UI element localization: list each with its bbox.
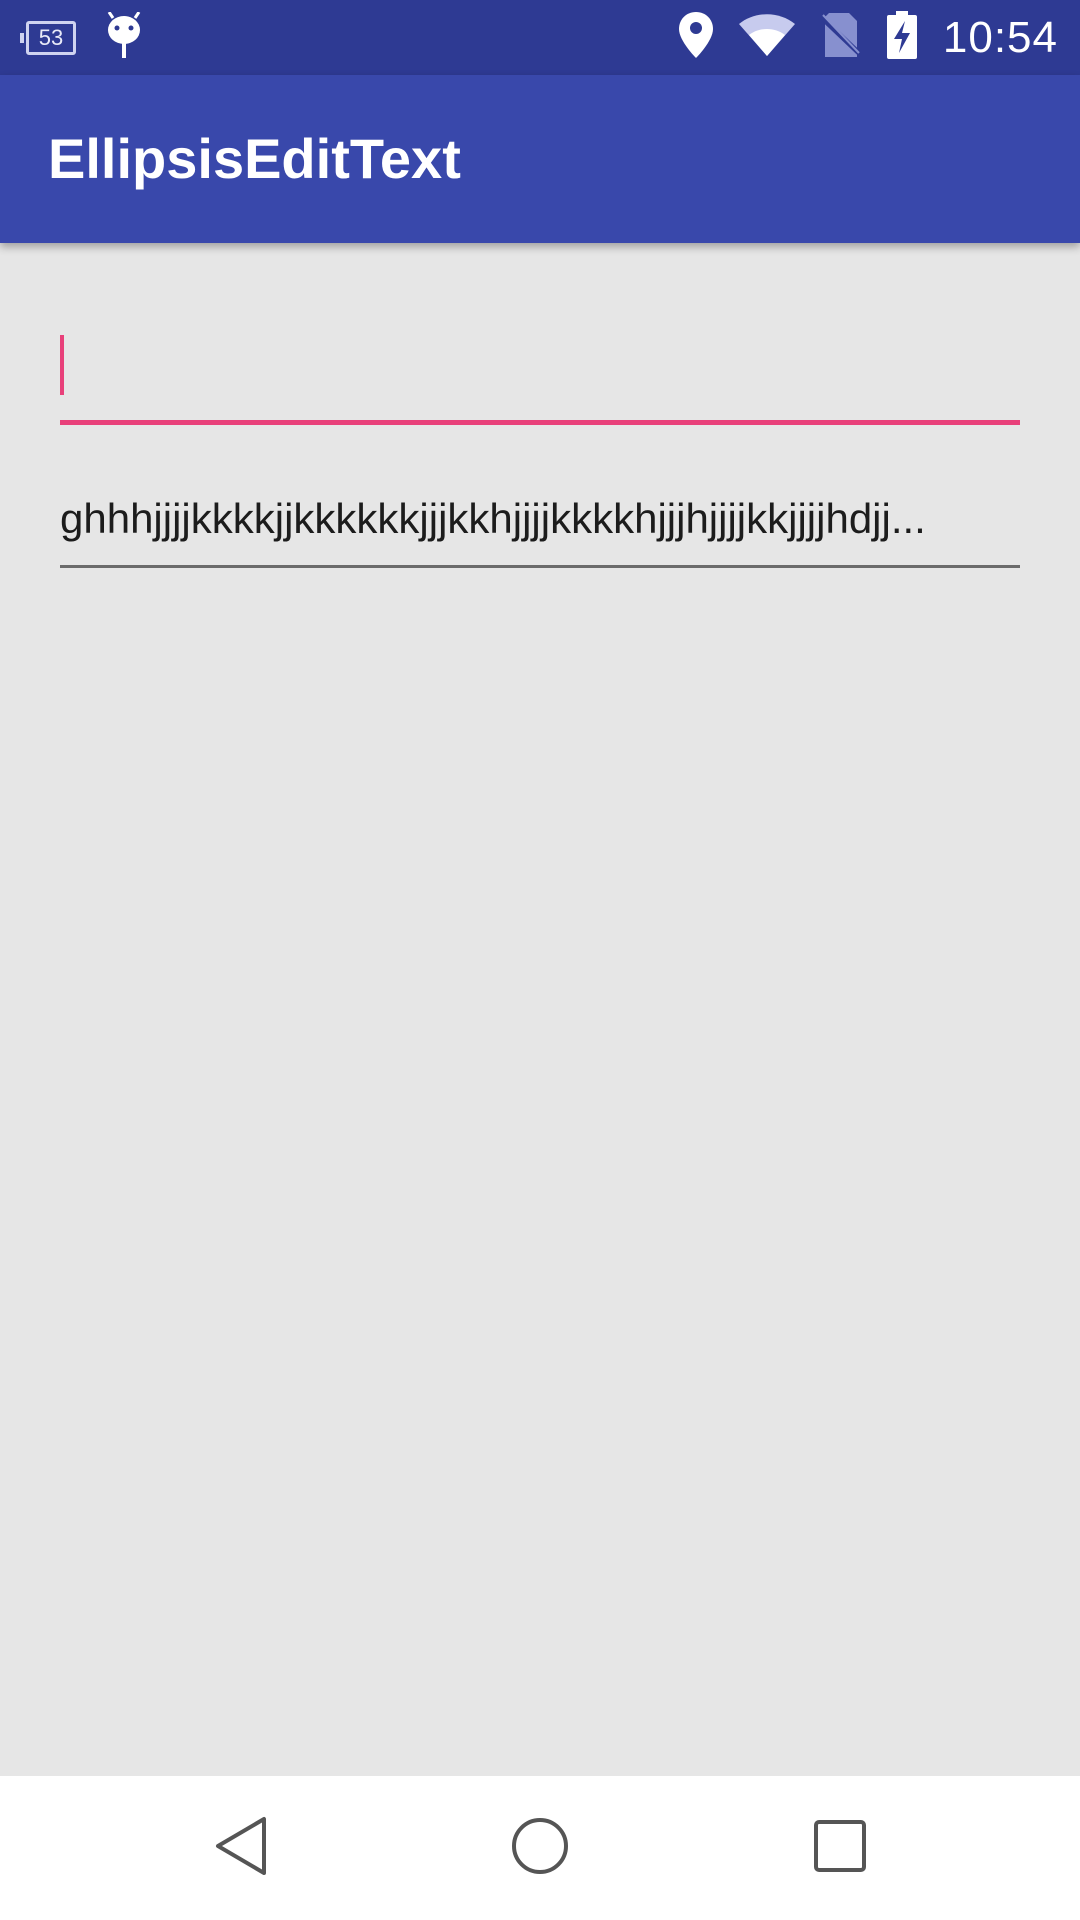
home-icon <box>510 1816 570 1881</box>
back-button[interactable] <box>190 1798 290 1898</box>
home-button[interactable] <box>490 1798 590 1898</box>
no-sim-icon <box>819 13 863 62</box>
back-icon <box>212 1815 268 1882</box>
app-title: EllipsisEditText <box>48 127 461 190</box>
status-bar: 53 10:54 <box>0 0 1080 75</box>
text-cursor <box>60 335 64 395</box>
navigation-bar <box>0 1776 1080 1920</box>
screen: 53 10:54 EllipsisEditText ghhhjjjjkkkkjj… <box>0 0 1080 1920</box>
app-bar: EllipsisEditText <box>0 75 1080 243</box>
recents-icon <box>813 1819 867 1878</box>
location-icon <box>678 12 713 63</box>
status-clock: 10:54 <box>942 12 1058 62</box>
ellipsis-edit-text-1[interactable] <box>60 325 1020 425</box>
notification-count-badge: 53 <box>20 21 76 55</box>
wifi-icon <box>738 14 795 61</box>
battery-charging-icon <box>886 11 917 64</box>
android-icon <box>104 10 144 65</box>
edit-text-value: ghhhjjjjkkkkjjkkkkkkjjjkkhjjjjkkkkhjjjhj… <box>60 495 926 542</box>
notification-count: 53 <box>38 25 64 50</box>
recents-button[interactable] <box>790 1798 890 1898</box>
status-left: 53 <box>20 10 144 65</box>
status-right: 10:54 <box>678 0 1058 75</box>
ellipsis-edit-text-2[interactable]: ghhhjjjjkkkkjjkkkkkkjjjkkhjjjjkkkkhjjjhj… <box>60 480 1020 568</box>
